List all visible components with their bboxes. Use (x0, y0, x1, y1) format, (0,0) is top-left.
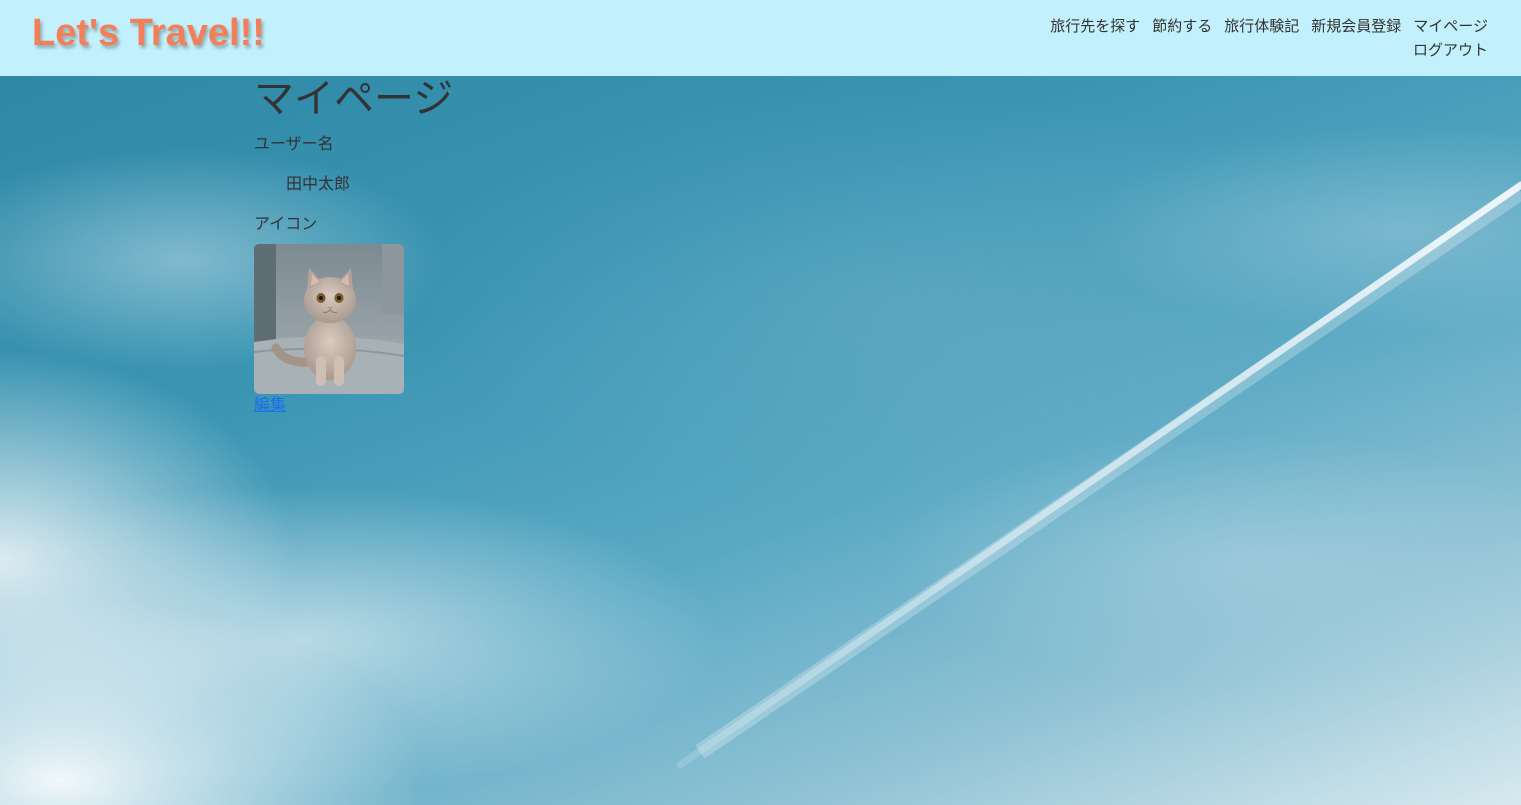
nav-sign-up[interactable]: 新規会員登録 (1311, 17, 1401, 35)
nav-logout[interactable]: ログアウト (1413, 41, 1488, 59)
nav-travel-stories[interactable]: 旅行体験記 (1224, 17, 1299, 35)
page-title: マイページ (254, 76, 454, 122)
nav-find-destination[interactable]: 旅行先を探す (1050, 17, 1140, 35)
username-value: 田中太郎 (286, 174, 351, 193)
site-logo[interactable]: Let's Travel!! (32, 12, 265, 55)
site-header: Let's Travel!! 旅行先を探す 節約する 旅行体験記 新規会員登録 マイペー… (0, 0, 1521, 76)
nav-my-page[interactable]: マイページ (1413, 17, 1488, 35)
edit-link[interactable]: 編集 (254, 395, 286, 415)
nav-save-money[interactable]: 節約する (1152, 17, 1212, 35)
avatar (254, 244, 404, 394)
main-nav: 旅行先を探す 節約する 旅行体験記 新規会員登録 マイページログアウト (968, 14, 1488, 62)
cat-photo-image (254, 244, 404, 394)
username-label: ユーザー名 (254, 134, 334, 153)
icon-label: アイコン (254, 214, 318, 233)
main-content: マイページ ユーザー名 田中太郎 アイコン 編集 (254, 76, 854, 415)
